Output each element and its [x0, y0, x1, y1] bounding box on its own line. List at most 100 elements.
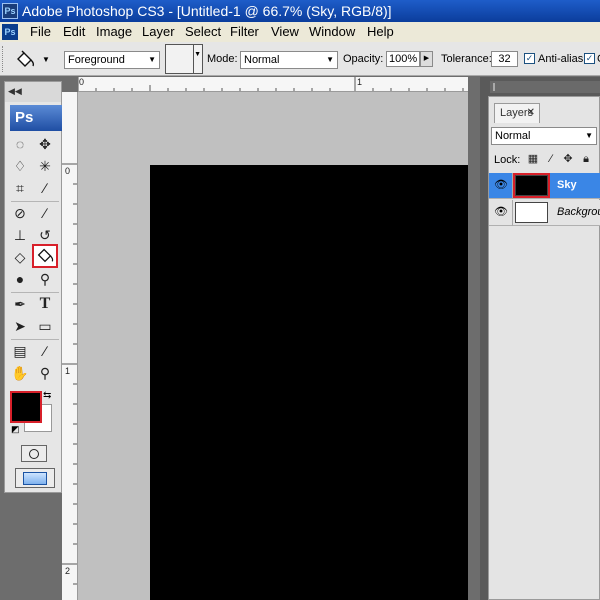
swap-colors-icon[interactable]: ⇆ [43, 390, 51, 401]
clone-stamp-icon[interactable]: ⊥ [9, 225, 31, 245]
menu-help[interactable]: Help [367, 22, 394, 42]
horizontal-ruler[interactable]: 0 1 [78, 77, 472, 92]
panel-dock-grip[interactable] [490, 81, 600, 93]
menu-layer[interactable]: Layer [142, 22, 175, 42]
blur-tool-icon[interactable]: ● [9, 269, 31, 289]
hand-tool-icon[interactable]: ✋ [9, 363, 31, 383]
layer-divider [512, 200, 513, 226]
ruler-label: 1 [65, 366, 71, 376]
eyedropper-icon[interactable]: ∕ [34, 341, 56, 361]
menu-edit[interactable]: Edit [63, 22, 85, 42]
menu-filter[interactable]: Filter [230, 22, 259, 42]
tolerance-input[interactable]: 32 [491, 51, 518, 67]
visibility-eye-icon[interactable]: 👁︎ [494, 179, 508, 191]
lock-position-icon[interactable]: ✥ [562, 153, 574, 165]
default-colors-icon[interactable]: ◩ [11, 424, 20, 435]
options-bar-grip[interactable] [2, 46, 5, 72]
screen-mode-button[interactable] [15, 468, 55, 488]
toolbox-divider [11, 292, 59, 293]
type-tool-icon[interactable]: T [34, 294, 56, 314]
menu-view[interactable]: View [271, 22, 299, 42]
lasso-tool-icon[interactable]: ♢ [9, 156, 31, 176]
grip-icon [493, 83, 495, 91]
menu-image[interactable]: Image [96, 22, 132, 42]
magic-wand-icon[interactable]: ✳ [34, 156, 56, 176]
mode-value: Normal [244, 54, 280, 66]
lock-image-icon[interactable]: ∕ [545, 153, 557, 165]
layers-panel: Layers ✕ Normal ▼ Lock: ▦ ∕ ✥ 🔒︎ 👁︎ Sky … [488, 96, 600, 600]
paint-bucket-tool-icon[interactable] [32, 244, 58, 268]
eyedropper-tool-icon[interactable]: ∕ [34, 178, 56, 198]
mode-select[interactable]: Normal ▼ [240, 51, 338, 69]
quick-mask-icon [29, 449, 39, 459]
layer-name: Sky [557, 179, 577, 191]
healing-brush-icon[interactable]: ⊘ [9, 203, 31, 223]
quick-mask-button[interactable] [21, 445, 47, 462]
chevron-down-icon: ▼ [585, 131, 593, 140]
layer-thumbnail [515, 202, 548, 223]
dodge-tool-icon[interactable]: ⚲ [34, 269, 56, 289]
menu-select[interactable]: Select [185, 22, 221, 42]
tool-preset-chevron-down-icon[interactable]: ▼ [42, 55, 50, 64]
ruler-ticks [78, 77, 464, 91]
move-tool-icon[interactable]: ✥ [34, 134, 56, 154]
menu-window[interactable]: Window [309, 22, 355, 42]
mode-label: Mode: [207, 53, 238, 65]
paint-bucket-icon [37, 248, 54, 263]
contiguous-checkbox[interactable]: ✓ [584, 53, 595, 64]
layer-name: Background [557, 206, 600, 218]
vertical-ruler[interactable]: 0 1 2 [62, 92, 78, 600]
toolbox-collapse-icon[interactable]: ◀◀ [5, 82, 61, 102]
tolerance-label: Tolerance: [441, 53, 492, 65]
menu-file[interactable]: File [30, 22, 51, 42]
visibility-eye-icon[interactable]: 👁︎ [494, 206, 508, 218]
rectangle-tool-icon[interactable]: ▭ [34, 316, 56, 336]
antialias-checkbox[interactable]: ✓ [524, 53, 535, 64]
fill-pattern-picker[interactable]: ▼ [165, 44, 203, 74]
pattern-picker-divider [193, 45, 194, 73]
paint-bucket-icon[interactable] [14, 50, 36, 68]
marquee-tool-icon[interactable]: ◌ [9, 134, 31, 154]
layer-divider [512, 173, 513, 199]
lock-transparent-icon[interactable]: ▦ [527, 153, 539, 165]
chevron-down-icon: ▼ [326, 55, 334, 64]
chevron-down-icon: ▼ [194, 51, 201, 58]
opacity-input[interactable]: 100% [386, 51, 420, 67]
brush-tool-icon[interactable]: ∕ [34, 203, 56, 223]
chevron-down-icon: ▼ [148, 55, 156, 64]
opacity-slider-arrow-icon[interactable]: ▶ [420, 51, 433, 67]
layer-blend-mode-select[interactable]: Normal ▼ [491, 127, 597, 145]
notes-tool-icon[interactable]: ▤ [9, 341, 31, 361]
lock-all-icon[interactable]: 🔒︎ [580, 153, 592, 165]
history-brush-icon[interactable]: ↺ [34, 225, 56, 245]
eraser-tool-icon[interactable]: ◇ [9, 247, 31, 267]
layer-thumbnail [513, 173, 550, 198]
layer-row-background[interactable]: 👁︎ Background [489, 200, 600, 226]
fill-source-value: Foreground [68, 54, 125, 66]
close-icon[interactable]: ✕ [527, 104, 535, 122]
path-selection-icon[interactable]: ➤ [9, 316, 31, 336]
window-title: Adobe Photoshop CS3 - [Untitled-1 @ 66.7… [22, 3, 392, 19]
foreground-color-swatch[interactable] [10, 391, 42, 423]
document-menu-icon[interactable]: Ps [2, 24, 18, 40]
photoshop-logo[interactable]: Ps [10, 105, 62, 131]
toolbox-divider [11, 201, 59, 202]
layer-row-sky[interactable]: 👁︎ Sky [489, 173, 600, 199]
ruler-label: 2 [65, 566, 71, 576]
menu-bar: Ps File Edit Image Layer Select Filter V… [0, 22, 600, 42]
ruler-label: 0 [79, 77, 85, 87]
document-canvas[interactable] [150, 165, 468, 600]
tab-layers[interactable]: Layers ✕ [494, 103, 540, 123]
fill-source-select[interactable]: Foreground ▼ [64, 51, 160, 69]
screen-mode-icon [23, 472, 47, 485]
photoshop-app-icon: Ps [2, 3, 18, 19]
pen-tool-icon[interactable]: ✒ [9, 294, 31, 314]
zoom-tool-icon[interactable]: ⚲ [34, 363, 56, 383]
document-vertical-scrollbar[interactable] [468, 77, 480, 600]
ruler-label: 0 [65, 166, 71, 176]
options-bar: ▼ Foreground ▼ Mode: Normal ▼ Opacity: 1… [0, 42, 600, 76]
antialias-label: Anti-alias [538, 53, 584, 65]
crop-tool-icon[interactable]: ⌗ [9, 178, 31, 198]
toolbox-panel: ◀◀ Ps ◌ ✥ ♢ ✳ ⌗ ∕ ⊘ ∕ ⊥ ↺ ◇ ● ⚲ ✒ T ➤ ▭ … [4, 81, 62, 493]
lock-label: Lock: [494, 154, 521, 166]
